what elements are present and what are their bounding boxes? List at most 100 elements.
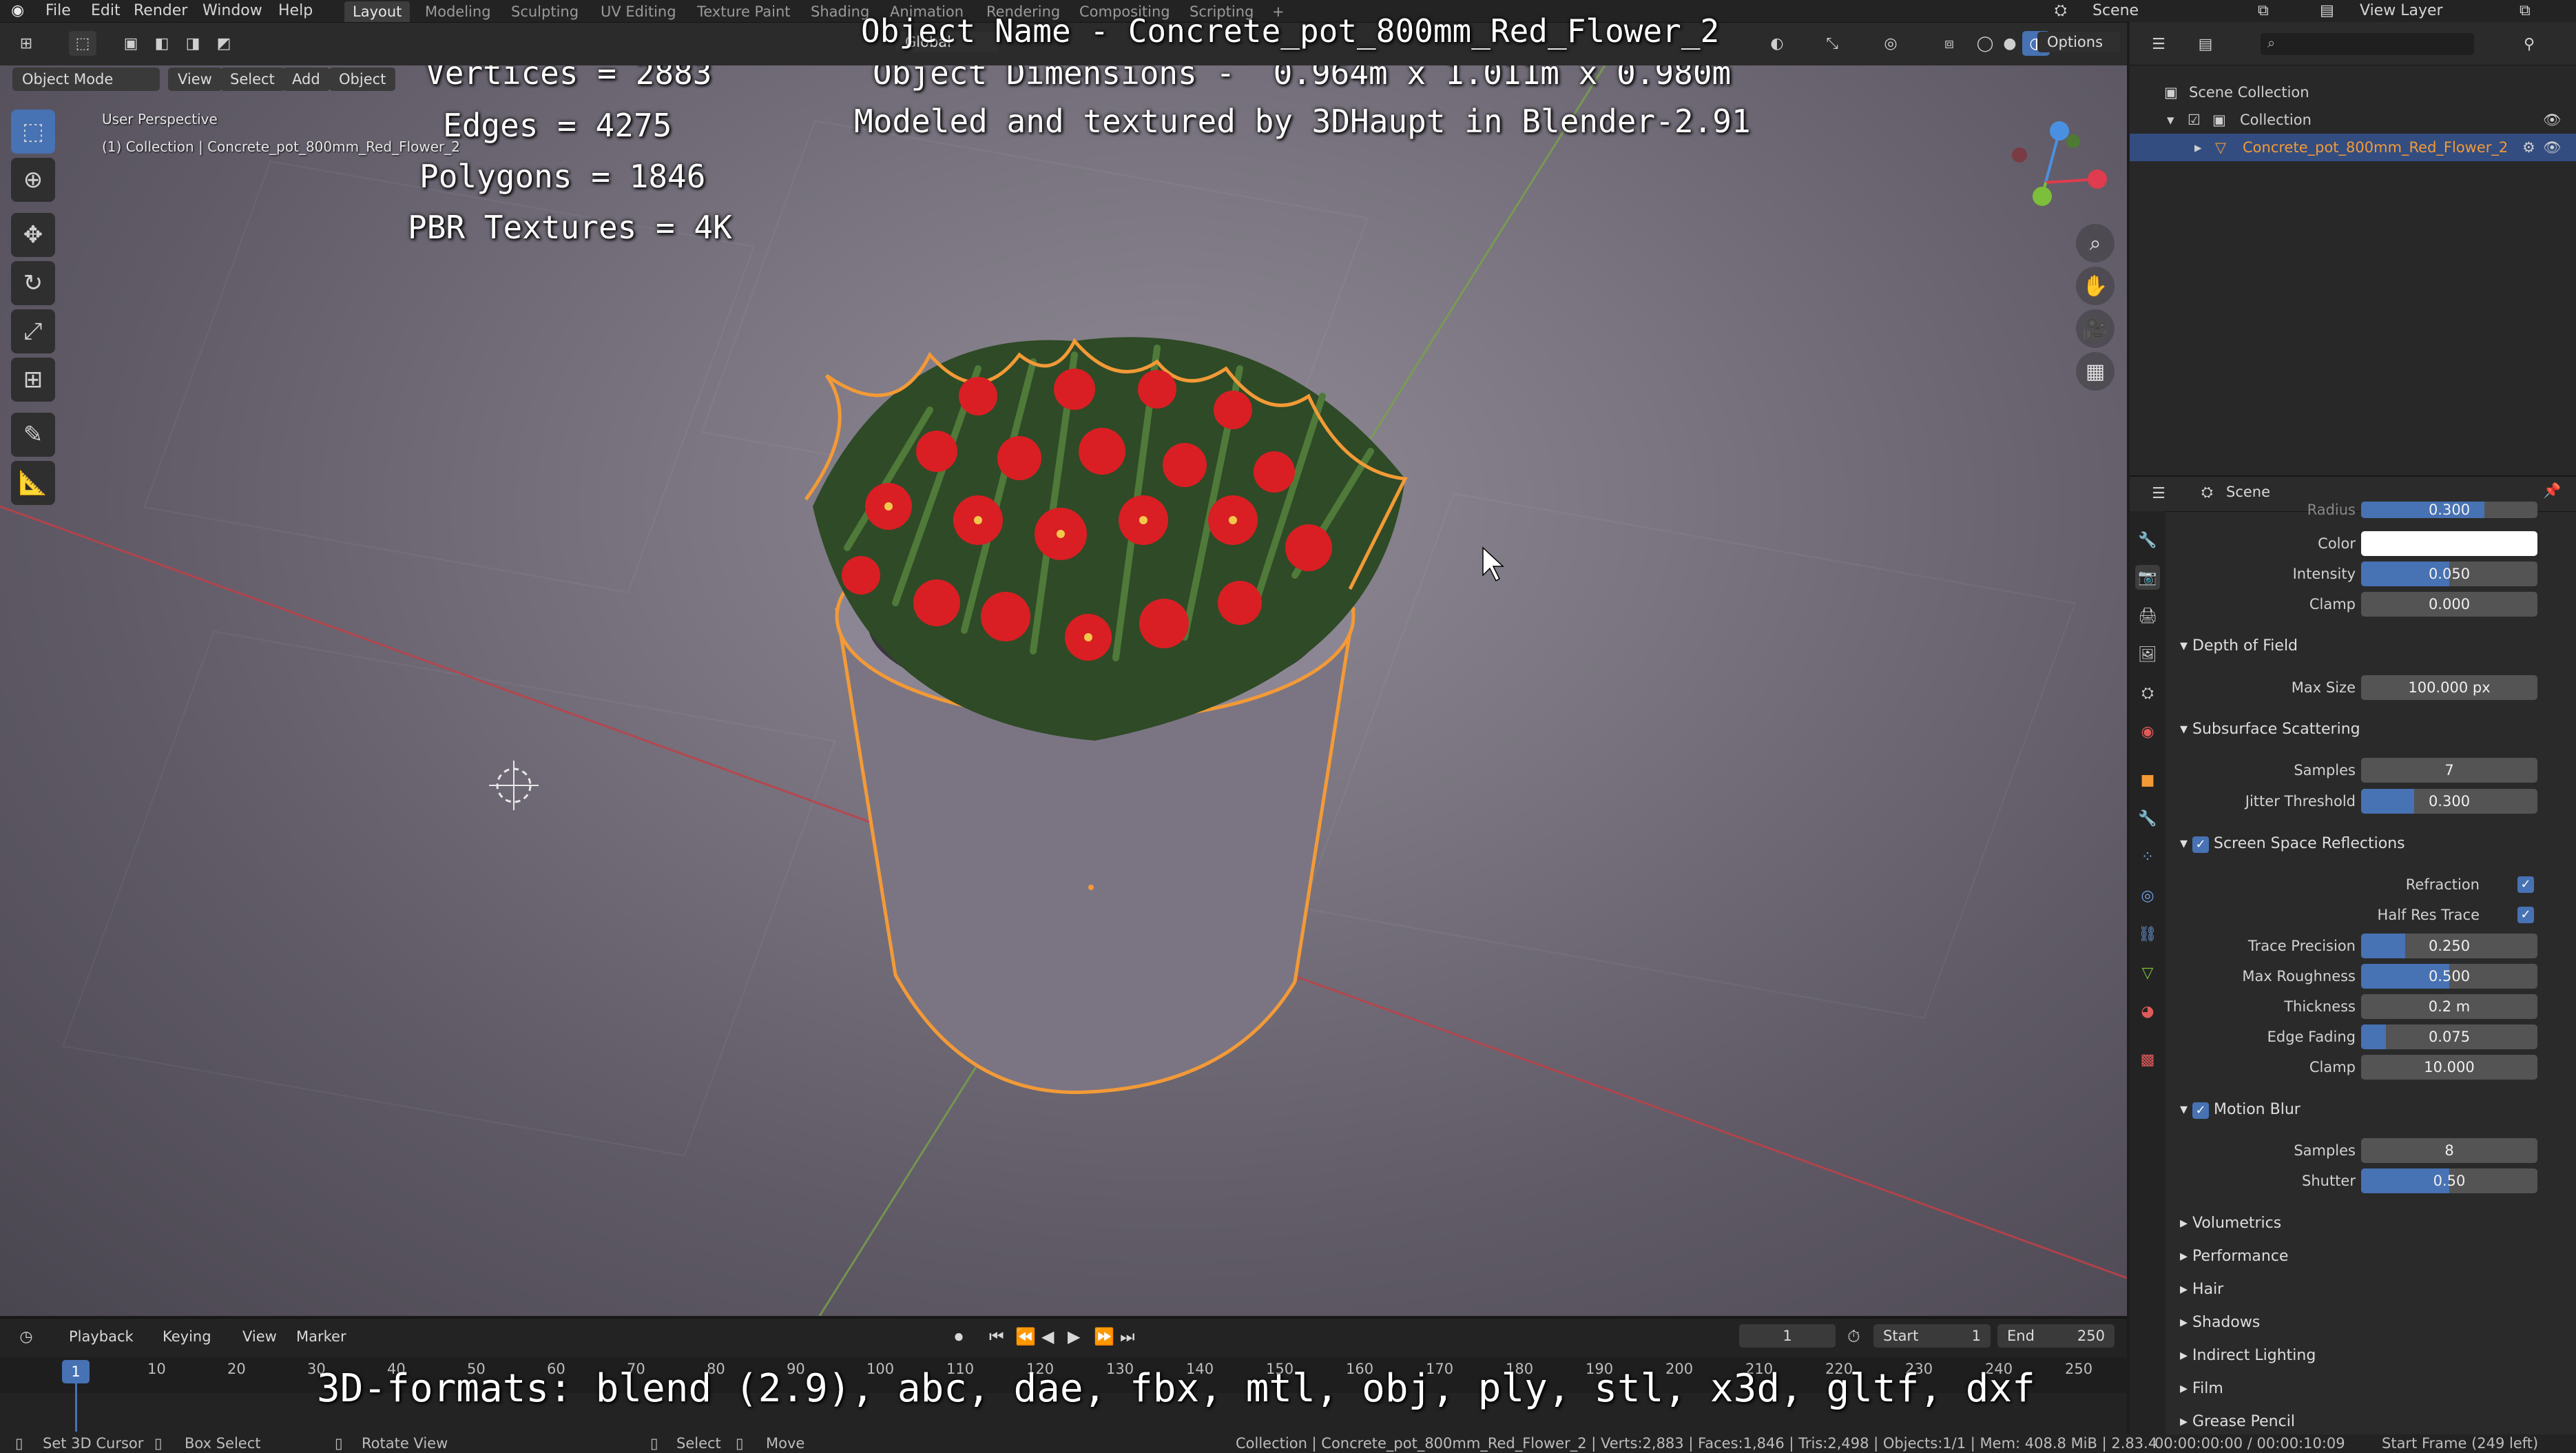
stopwatch-icon[interactable]: ⏱ [1847,1327,1860,1346]
outliner-row-scene-collection[interactable]: ▣ Scene Collection [2130,79,2576,106]
max-size-field[interactable]: 100.000 px [2361,675,2537,700]
jump-keyframe-back-icon[interactable]: ⏪ [1015,1327,1036,1346]
rotate-tool-icon[interactable]: ↻ [11,261,55,305]
copy-view-layer-icon[interactable]: ⧉ [2514,0,2536,22]
editor-type-icon[interactable]: ⊞ [12,31,40,56]
shutter-field[interactable]: 0.50 [2361,1168,2537,1193]
motion-blur-checkbox[interactable]: ✓ [2192,1102,2210,1119]
jump-keyframe-forward-icon[interactable]: ⏩ [1094,1327,1114,1346]
world-tab-icon[interactable]: ◉ [2135,719,2160,744]
menu-timeline-view[interactable]: View [242,1328,277,1345]
panel-volumetrics[interactable]: ▸ Volumetrics [2180,1210,2573,1237]
max-roughness-field[interactable]: 0.500 [2361,964,2537,989]
half-res-trace-checkbox[interactable]: ✓ [2517,907,2534,923]
tab-uv-editing[interactable]: UV Editing [592,1,685,22]
clamp-field[interactable]: 0.000 [2361,592,2537,617]
timeline-editor-type-icon[interactable]: ◷ [12,1324,40,1349]
panel-motion-blur[interactable]: ▾ ✓ Motion Blur [2180,1096,2573,1124]
menu-file[interactable]: File [40,0,76,22]
select-tool-icon[interactable]: ⬚ [69,31,96,56]
outliner-search-input[interactable]: ⌕ [2261,33,2474,55]
solid-shading-icon[interactable]: ● [1996,31,2024,56]
play-icon[interactable]: ▶ [1068,1327,1080,1346]
panel-shadows[interactable]: ▸ Shadows [2180,1309,2573,1337]
thickness-field[interactable]: 0.2 m [2361,994,2537,1019]
transform-tool-icon[interactable]: ⊞ [11,358,55,402]
end-frame-field[interactable]: End 250 [1997,1324,2115,1348]
gizmo-toggle-icon[interactable]: ⤡ [1818,31,1846,56]
playhead-frame-badge[interactable]: 1 [62,1360,90,1383]
edge-fading-field[interactable]: 0.075 [2361,1024,2537,1049]
move-tool-icon[interactable]: ✥ [11,213,55,257]
jitter-threshold-field[interactable]: 0.300 [2361,789,2537,814]
select-mode-extend-icon[interactable]: ◧ [148,31,176,56]
eye-icon[interactable]: 👁 [2543,134,2562,161]
menu-playback[interactable]: Playback [69,1328,134,1345]
panel-subsurface-scattering[interactable]: ▾ Subsurface Scattering [2180,716,2573,743]
menu-keying[interactable]: Keying [163,1328,211,1345]
wireframe-shading-icon[interactable]: ◯ [1971,31,1999,56]
menu-object[interactable]: Object [329,68,396,91]
panel-film[interactable]: ▸ Film [2180,1375,2573,1403]
view-layer-selector[interactable]: View Layer [2354,0,2449,22]
filter-icon[interactable]: ⚲ [2515,32,2543,56]
visibility-icon[interactable]: ◐ [1763,31,1791,56]
panel-indirect-lighting[interactable]: ▸ Indirect Lighting [2180,1342,2573,1370]
menu-window[interactable]: Window [197,0,268,22]
expand-arrow-icon[interactable]: ▸ [2194,134,2202,161]
menu-add[interactable]: Add [282,68,330,91]
refraction-checkbox[interactable]: ✓ [2517,876,2534,893]
mb-samples-field[interactable]: 8 [2361,1138,2537,1163]
menu-select[interactable]: Select [220,68,284,91]
exclude-checkbox[interactable]: ☑ [2188,106,2201,134]
menu-render[interactable]: Render [128,0,193,22]
menu-help[interactable]: Help [273,0,318,22]
panel-screen-space-reflections[interactable]: ▾ ✓ Screen Space Reflections [2180,830,2573,858]
view-layer-tab-icon[interactable]: 🖼 [2135,642,2160,667]
ortho-toggle-icon[interactable]: ▦ [2076,352,2115,391]
sss-samples-field[interactable]: 7 [2361,758,2537,783]
outliner-editor-type-icon[interactable]: ☰ [2145,32,2172,56]
options-dropdown[interactable]: Options [2037,32,2120,52]
zoom-icon[interactable]: ⌕ [2076,224,2115,262]
physics-tab-icon[interactable]: ◎ [2135,883,2160,908]
overlay-toggle-icon[interactable]: ◎ [1877,31,1904,56]
scene-selector[interactable]: Scene [2087,0,2144,22]
panel-depth-of-field[interactable]: ▾ Depth of Field [2180,632,2573,660]
play-reverse-icon[interactable]: ◀ [1041,1327,1054,1346]
measure-tool-icon[interactable]: 📐 [11,461,55,505]
scale-tool-icon[interactable]: ⤢ [11,309,55,353]
radius-field[interactable]: 0.300 [2361,502,2537,518]
trace-precision-field[interactable]: 0.250 [2361,934,2537,958]
menu-marker[interactable]: Marker [296,1328,346,1345]
record-icon[interactable]: ⏺ [955,1327,963,1346]
scene-icon[interactable]: ⛭ [2049,0,2073,22]
outliner-row-collection[interactable]: ▾ ☑ ▣ Collection 👁 [2130,106,2576,134]
jump-end-icon[interactable]: ⏭ [1120,1327,1135,1346]
annotate-tool-icon[interactable]: ✎ [11,413,55,457]
panel-hair[interactable]: ▸ Hair [2180,1276,2573,1303]
collapse-arrow-icon[interactable]: ▾ [2167,106,2174,134]
tab-layout[interactable]: Layout [344,1,411,22]
intensity-field[interactable]: 0.050 [2361,561,2537,586]
outliner-row-object[interactable]: ▸ ▽ Concrete_pot_800mm_Red_Flower_2 ⚙ 👁 [2130,134,2576,161]
ssr-checkbox[interactable]: ✓ [2192,836,2210,853]
display-mode-icon[interactable]: ▤ [2192,32,2219,56]
pan-hand-icon[interactable]: ✋ [2076,267,2115,305]
copy-scene-icon[interactable]: ⧉ [2252,0,2274,22]
jump-start-icon[interactable]: ⏮ [989,1327,1004,1346]
select-mode-new-icon[interactable]: ▣ [117,31,145,56]
eye-icon[interactable]: 👁 [2543,106,2562,134]
select-mode-invert-icon[interactable]: ◩ [210,31,238,56]
object-mode-dropdown[interactable]: Object Mode [12,68,160,91]
tab-sculpting[interactable]: Sculpting [503,1,587,22]
panel-performance[interactable]: ▸ Performance [2180,1243,2573,1270]
current-frame-field[interactable]: 1 [1739,1324,1836,1348]
3d-viewport[interactable]: User Perspective (1) Collection | Concre… [0,65,2127,1316]
tweak-tool-icon[interactable]: ⬚ [11,110,55,154]
start-frame-field[interactable]: Start 1 [1873,1324,1991,1348]
tab-texture-paint[interactable]: Texture Paint [689,1,799,22]
view-layer-icon[interactable]: ▤ [2314,0,2340,22]
color-swatch[interactable] [2361,531,2537,556]
select-mode-subtract-icon[interactable]: ◨ [179,31,207,56]
